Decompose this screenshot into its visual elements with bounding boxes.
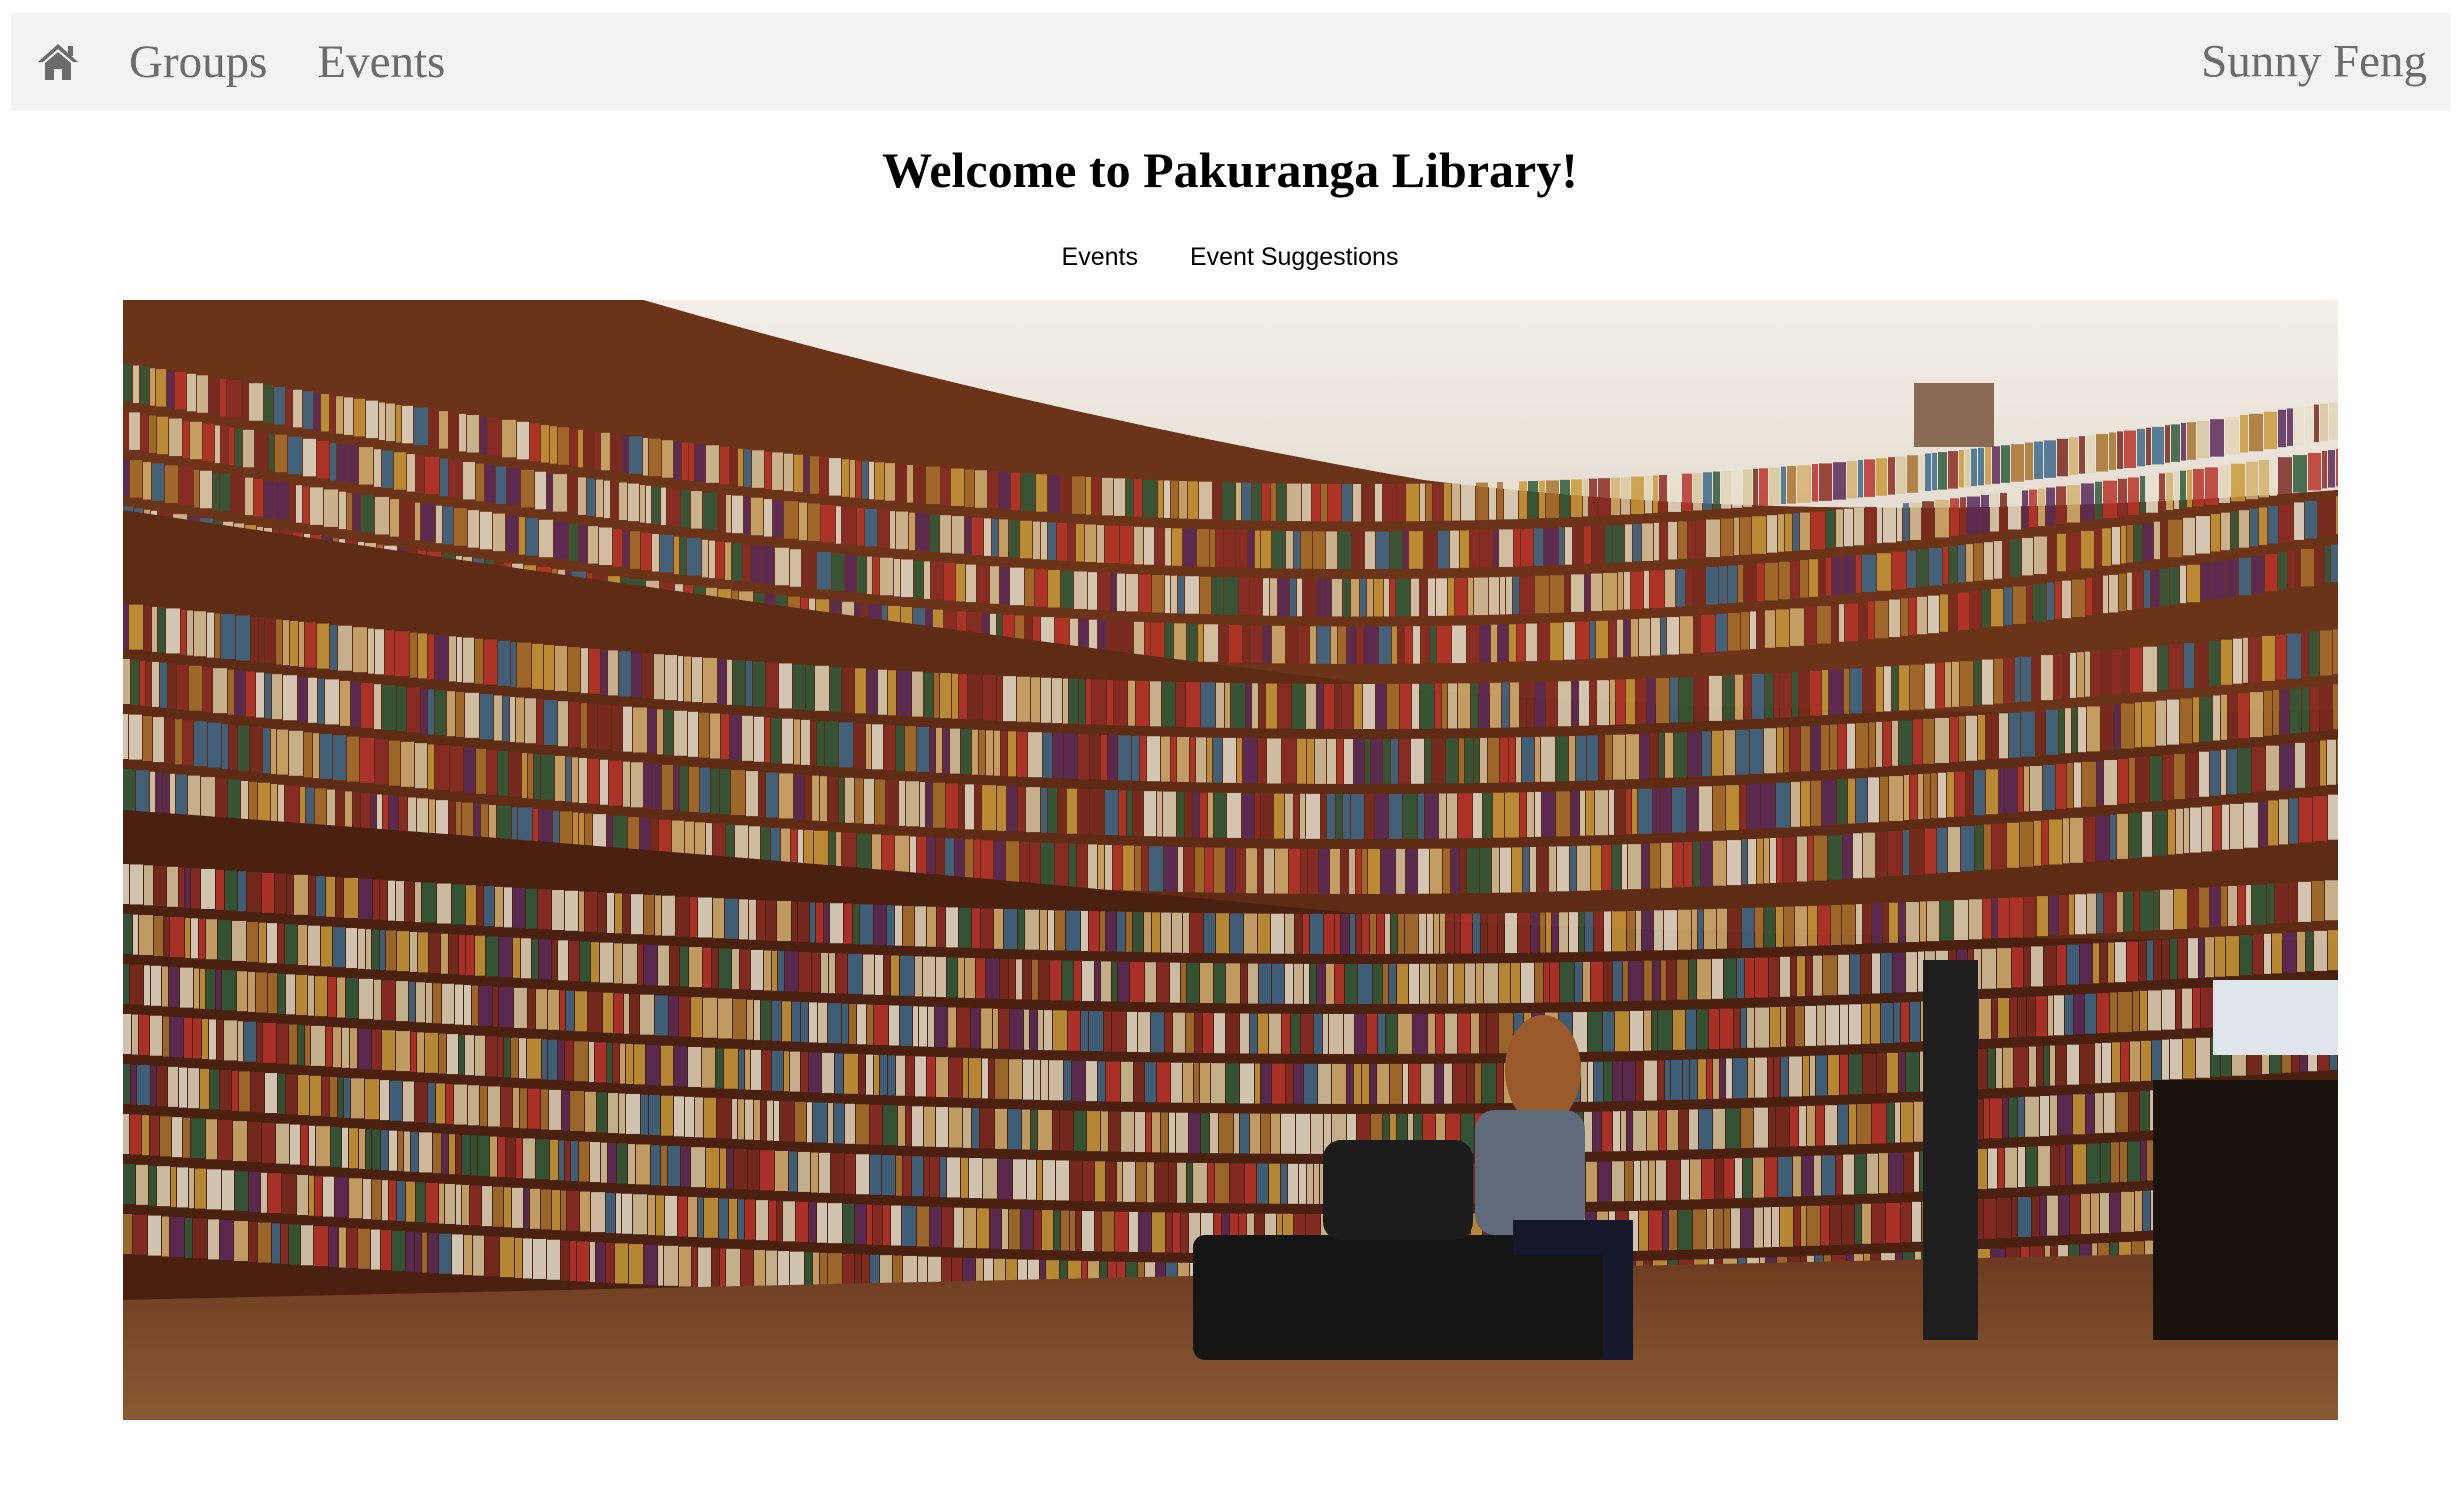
user-name-link[interactable]: Sunny Feng xyxy=(2201,38,2427,86)
subnav-events-link[interactable]: Events xyxy=(1062,243,1138,272)
nav-link-groups[interactable]: Groups xyxy=(129,38,267,86)
library-photo xyxy=(123,300,2338,1420)
subnav-event-suggestions-link[interactable]: Event Suggestions xyxy=(1190,243,1398,272)
home-icon xyxy=(38,44,78,80)
home-button[interactable] xyxy=(37,41,79,83)
page-title: Welcome to Pakuranga Library! xyxy=(882,142,1578,198)
sub-navigation: Events Event Suggestions xyxy=(0,243,2460,272)
nav-link-events[interactable]: Events xyxy=(317,38,445,86)
hero-image xyxy=(123,300,2338,1420)
top-navbar: Groups Events Sunny Feng xyxy=(11,13,2451,111)
